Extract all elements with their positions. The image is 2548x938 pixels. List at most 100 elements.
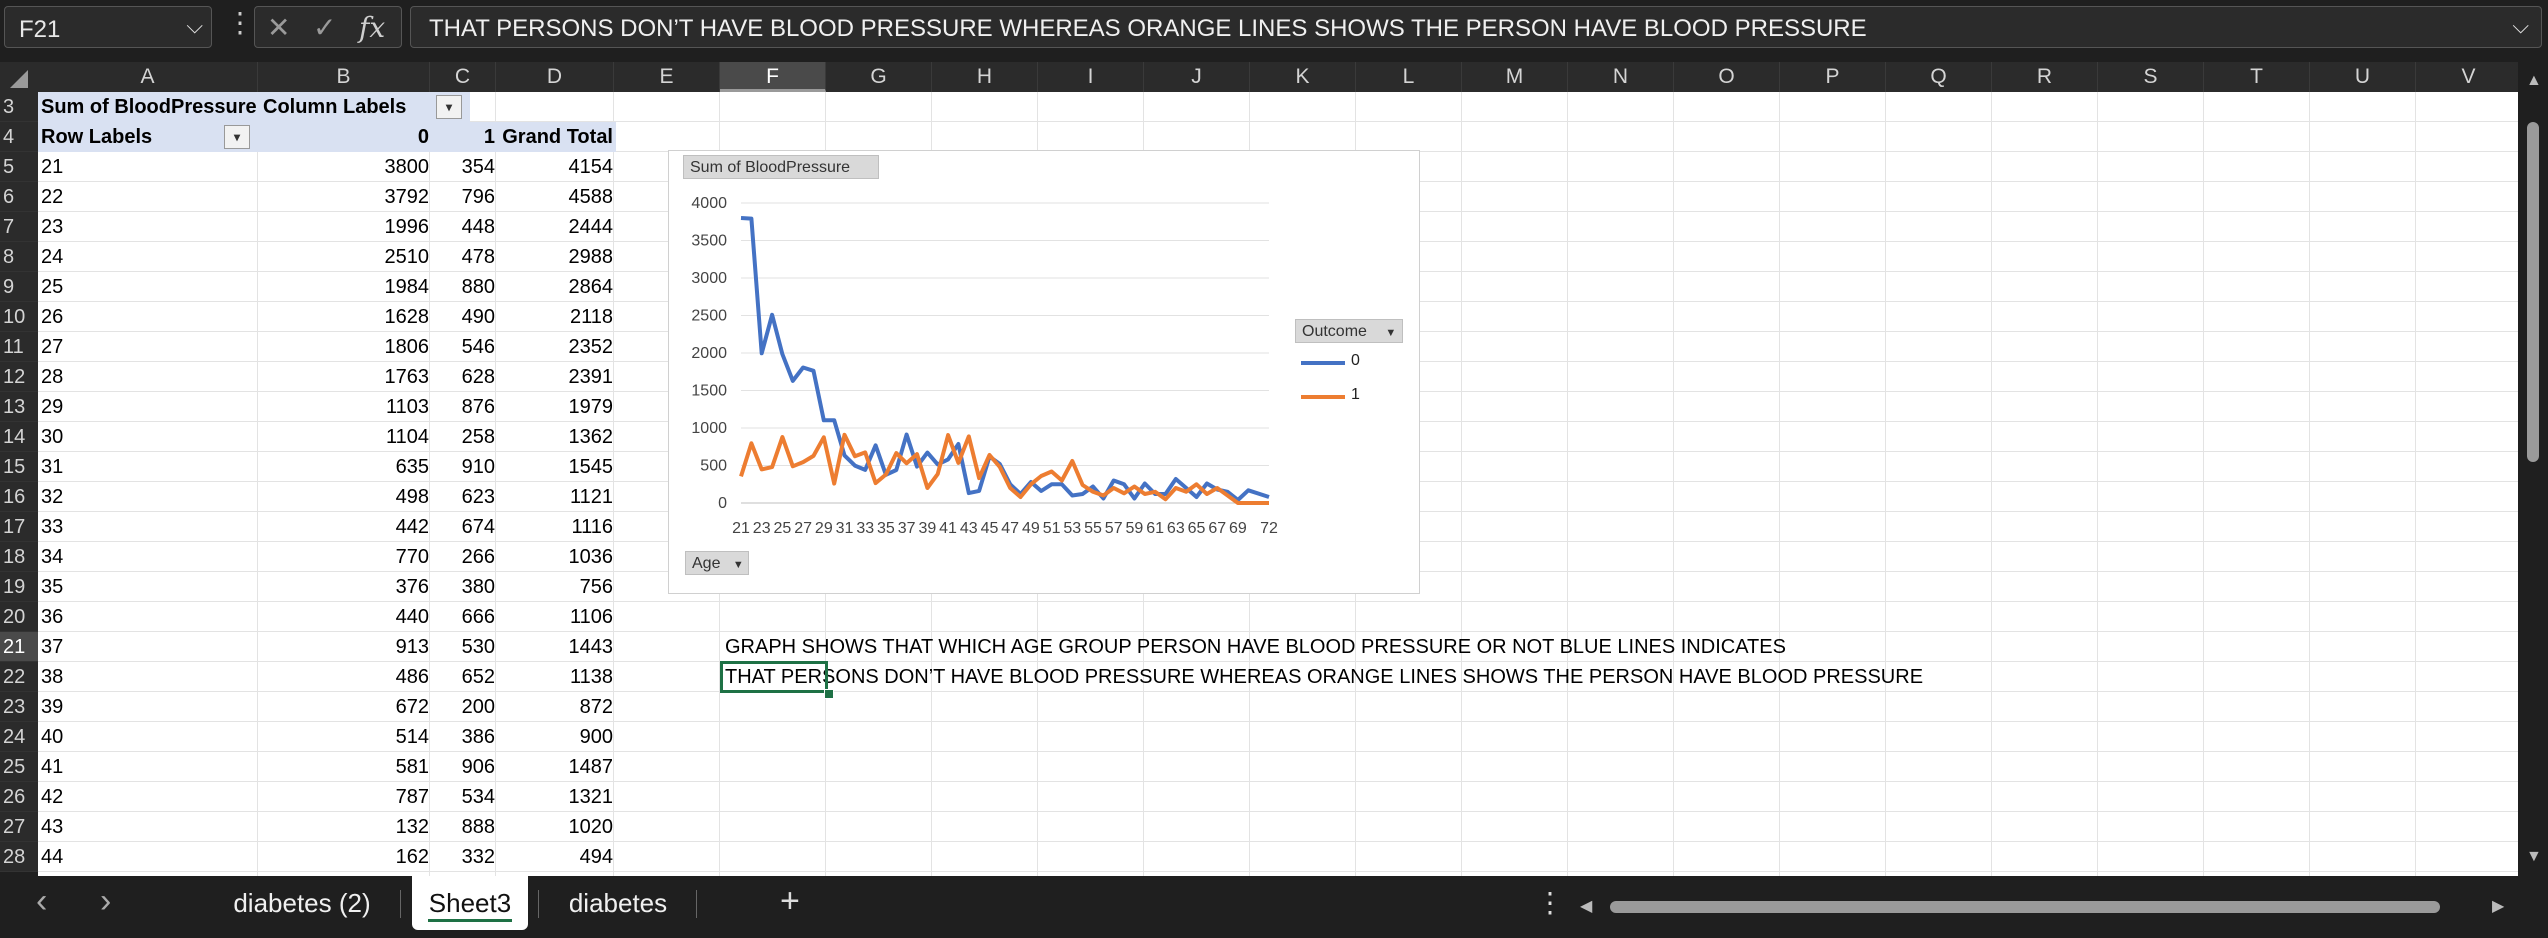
- row-header-28[interactable]: 28: [0, 842, 38, 872]
- pivot-cell-value-outcome-0[interactable]: 3792: [260, 182, 432, 212]
- row-header-6[interactable]: 6: [0, 182, 38, 212]
- row-header-8[interactable]: 8: [0, 242, 38, 272]
- pivot-cell-value-outcome-0[interactable]: 1763: [260, 362, 432, 392]
- pivot-cell-grand-total[interactable]: 2352: [498, 332, 616, 362]
- pivot-cell-value-outcome-1[interactable]: 910: [432, 452, 498, 482]
- horizontal-scroll-thumb[interactable]: [1610, 901, 2440, 913]
- name-box[interactable]: F21 ⌵: [4, 6, 212, 48]
- row-header-14[interactable]: 14: [0, 422, 38, 452]
- pivot-cell-value-outcome-1[interactable]: 906: [432, 752, 498, 782]
- legend-filter-icon[interactable]: ▼: [1385, 327, 1396, 339]
- pivot-cell-value-outcome-0[interactable]: 1996: [260, 212, 432, 242]
- pivot-cell-value-outcome-1[interactable]: 666: [432, 602, 498, 632]
- tab-sheet3[interactable]: Sheet3: [412, 876, 528, 930]
- column-header-j[interactable]: J: [1144, 62, 1250, 92]
- pivot-cell-value-outcome-1[interactable]: 448: [432, 212, 498, 242]
- pivot-cell-value-outcome-0[interactable]: 2510: [260, 242, 432, 272]
- pivot-cell-value-outcome-1[interactable]: 652: [432, 662, 498, 692]
- pivot-cell-row-label[interactable]: 39: [38, 692, 260, 722]
- pivot-cell-row-label[interactable]: 43: [38, 812, 260, 842]
- pivot-cell-row-label[interactable]: 31: [38, 452, 260, 482]
- pivot-cell-row-label[interactable]: 41: [38, 752, 260, 782]
- column-header-a[interactable]: A: [38, 62, 258, 92]
- column-header-c[interactable]: C: [430, 62, 496, 92]
- row-header-11[interactable]: 11: [0, 332, 38, 362]
- pivot-cell-value-outcome-1[interactable]: 200: [432, 692, 498, 722]
- pivot-cell-row-label[interactable]: 24: [38, 242, 260, 272]
- note-line-2[interactable]: THAT PERSONS DON’T HAVE BLOOD PRESSURE W…: [722, 662, 1926, 692]
- pivot-column-labels[interactable]: Column Labels ▾: [260, 92, 470, 122]
- column-header-v[interactable]: V: [2416, 62, 2518, 92]
- pivot-cell-grand-total[interactable]: 2864: [498, 272, 616, 302]
- row-header-20[interactable]: 20: [0, 602, 38, 632]
- pivot-cell-value-outcome-0[interactable]: 787: [260, 782, 432, 812]
- pivot-cell-value-outcome-1[interactable]: 674: [432, 512, 498, 542]
- pivot-cell-value-outcome-1[interactable]: 530: [432, 632, 498, 662]
- pivot-col1-header[interactable]: 1: [432, 122, 498, 152]
- cancel-icon[interactable]: ✕: [267, 11, 290, 44]
- legend-field-button[interactable]: Outcome ▼: [1295, 319, 1403, 343]
- column-header-u[interactable]: U: [2310, 62, 2416, 92]
- note-line-1[interactable]: GRAPH SHOWS THAT WHICH AGE GROUP PERSON …: [722, 632, 1789, 662]
- column-header-e[interactable]: E: [614, 62, 720, 92]
- pivot-cell-grand-total[interactable]: 1443: [498, 632, 616, 662]
- column-header-g[interactable]: G: [826, 62, 932, 92]
- next-sheet-icon[interactable]: ›: [100, 882, 111, 921]
- pivot-cell-grand-total[interactable]: 2391: [498, 362, 616, 392]
- pivot-cell-grand-total[interactable]: 4154: [498, 152, 616, 182]
- add-sheet-button[interactable]: +: [780, 882, 800, 921]
- scroll-up-icon[interactable]: ▲: [2526, 72, 2542, 90]
- tab-options-icon[interactable]: ⋮: [1536, 886, 1564, 919]
- pivot-cell-grand-total[interactable]: 1121: [498, 482, 616, 512]
- pivot-cell-grand-total[interactable]: 1020: [498, 812, 616, 842]
- pivot-cell-value-outcome-0[interactable]: 672: [260, 692, 432, 722]
- tab-diabetes-2[interactable]: diabetes (2): [214, 876, 390, 930]
- axis-field-button[interactable]: Age ▼: [685, 551, 749, 575]
- pivot-cell-grand-total[interactable]: 1106: [498, 602, 616, 632]
- pivot-cell-grand-total[interactable]: 2988: [498, 242, 616, 272]
- formula-input[interactable]: THAT PERSONS DON’T HAVE BLOOD PRESSURE W…: [410, 6, 2542, 48]
- column-header-s[interactable]: S: [2098, 62, 2204, 92]
- expand-formula-icon[interactable]: ⌵: [2512, 13, 2529, 39]
- row-header-16[interactable]: 16: [0, 482, 38, 512]
- row-header-21[interactable]: 21: [0, 632, 38, 662]
- pivot-cell-value-outcome-0[interactable]: 162: [260, 842, 432, 872]
- row-header-15[interactable]: 15: [0, 452, 38, 482]
- column-header-f[interactable]: F: [720, 62, 826, 92]
- pivot-cell-grand-total[interactable]: 1362: [498, 422, 616, 452]
- row-header-7[interactable]: 7: [0, 212, 38, 242]
- column-header-p[interactable]: P: [1780, 62, 1886, 92]
- row-header-26[interactable]: 26: [0, 782, 38, 812]
- pivot-cell-value-outcome-0[interactable]: 440: [260, 602, 432, 632]
- pivot-cell-row-label[interactable]: 27: [38, 332, 260, 362]
- pivot-cell-value-outcome-1[interactable]: 546: [432, 332, 498, 362]
- pivot-cell-value-outcome-1[interactable]: 628: [432, 362, 498, 392]
- pivot-cell-row-label[interactable]: 35: [38, 572, 260, 602]
- pivot-cell-row-label[interactable]: 40: [38, 722, 260, 752]
- pivot-cell-row-label[interactable]: 25: [38, 272, 260, 302]
- pivot-cell-grand-total[interactable]: 900: [498, 722, 616, 752]
- insert-function-icon[interactable]: fx: [359, 11, 385, 44]
- column-header-o[interactable]: O: [1674, 62, 1780, 92]
- vertical-scrollbar[interactable]: ▲ ▼: [2518, 62, 2548, 876]
- pivot-cell-value-outcome-1[interactable]: 354: [432, 152, 498, 182]
- pivot-title[interactable]: Sum of BloodPressure: [38, 92, 260, 122]
- pivot-cell-grand-total[interactable]: 1487: [498, 752, 616, 782]
- column-header-l[interactable]: L: [1356, 62, 1462, 92]
- pivot-cell-row-label[interactable]: 22: [38, 182, 260, 212]
- pivot-cell-grand-total[interactable]: 1545: [498, 452, 616, 482]
- pivot-cell-row-label[interactable]: 26: [38, 302, 260, 332]
- series-line-0[interactable]: [740, 216, 1270, 502]
- pivot-cell-grand-total[interactable]: 1321: [498, 782, 616, 812]
- column-header-r[interactable]: R: [1992, 62, 2098, 92]
- pivot-cell-row-label[interactable]: 21: [38, 152, 260, 182]
- horizontal-scrollbar[interactable]: ◀ ▶: [1580, 894, 2510, 920]
- column-header-t[interactable]: T: [2204, 62, 2310, 92]
- more-options-icon[interactable]: ⋮: [226, 6, 254, 39]
- row-header-12[interactable]: 12: [0, 362, 38, 392]
- row-header-22[interactable]: 22: [0, 662, 38, 692]
- tab-diabetes[interactable]: diabetes: [548, 876, 688, 930]
- row-header-27[interactable]: 27: [0, 812, 38, 842]
- column-header-h[interactable]: H: [932, 62, 1038, 92]
- column-labels-filter-icon[interactable]: ▾: [436, 95, 462, 119]
